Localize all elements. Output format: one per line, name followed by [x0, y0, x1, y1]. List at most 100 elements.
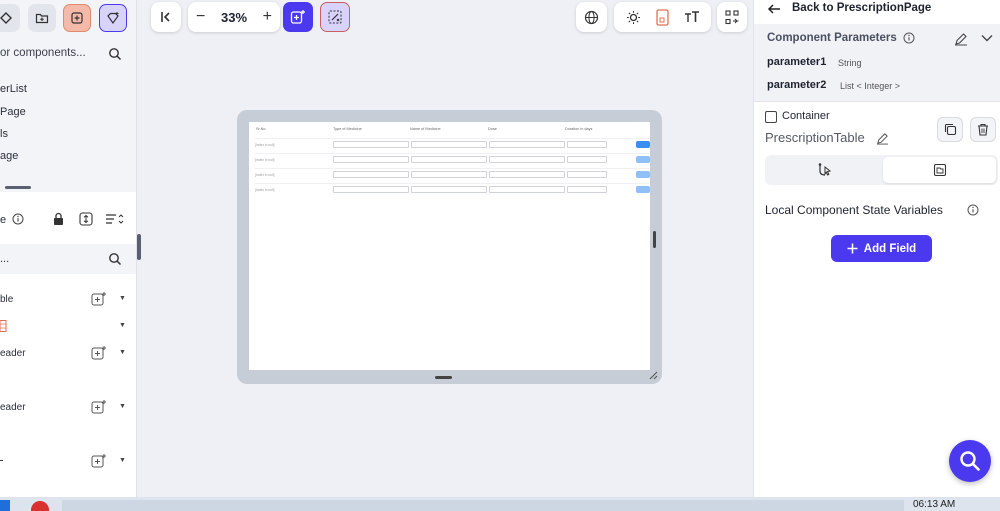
- dose-dropdown[interactable]: [489, 171, 565, 178]
- row-action-button[interactable]: [636, 186, 650, 193]
- add-child-icon[interactable]: [91, 291, 107, 307]
- medicine-type-dropdown[interactable]: [333, 141, 409, 148]
- table-row[interactable]: [Index in null]: [255, 153, 650, 166]
- theme-toggle-icon[interactable]: [626, 10, 641, 25]
- list-item[interactable]: age: [0, 150, 18, 162]
- add-child-icon[interactable]: [91, 345, 107, 361]
- resize-handle[interactable]: [5, 186, 31, 189]
- device-screen[interactable]: Sr.No Type of Medicine Name of Medicine …: [249, 122, 650, 370]
- collapse-panel-button[interactable]: [151, 2, 181, 32]
- table-row[interactable]: [Index in null]: [255, 183, 650, 196]
- list-item[interactable]: erList: [0, 83, 27, 95]
- device-bottom-handle[interactable]: [435, 376, 452, 379]
- zoom-in-button[interactable]: +: [263, 8, 272, 26]
- chevron-down-icon[interactable]: ▼: [119, 349, 126, 356]
- lock-icon[interactable]: [52, 212, 65, 226]
- left-panel-resize-handle[interactable]: [137, 234, 141, 260]
- left-panel: or components... erList Page ls age e ..…: [0, 0, 137, 497]
- table-header-cell: Type of Medicine: [333, 127, 362, 131]
- add-field-button[interactable]: Add Field: [831, 235, 932, 262]
- chevron-down-icon[interactable]: [981, 34, 993, 42]
- add-field-label: Add Field: [863, 242, 917, 255]
- info-icon: [903, 32, 915, 44]
- zoom-out-button[interactable]: −: [196, 8, 205, 26]
- search-icon[interactable]: [108, 252, 122, 266]
- global-search-button[interactable]: [949, 440, 991, 482]
- dose-dropdown[interactable]: [489, 156, 565, 163]
- chevron-down-icon[interactable]: ▼: [119, 457, 126, 464]
- chevron-down-icon[interactable]: ▼: [119, 322, 126, 329]
- table-header-cell: Dose: [488, 127, 497, 131]
- table-row[interactable]: [Index in null]: [255, 138, 650, 151]
- medicine-name-dropdown[interactable]: [411, 186, 487, 193]
- resize-corner-icon[interactable]: [648, 370, 658, 380]
- row-action-button[interactable]: [636, 171, 650, 178]
- add-component-icon[interactable]: [63, 4, 91, 32]
- tree-search-bar[interactable]: ...: [0, 244, 136, 274]
- delete-button[interactable]: [970, 117, 996, 142]
- param-type: List < Integer >: [840, 81, 901, 91]
- dose-dropdown[interactable]: [489, 186, 565, 193]
- back-arrow-icon[interactable]: [767, 2, 781, 16]
- sort-icon[interactable]: [105, 213, 125, 225]
- magic-wand-icon: [328, 10, 342, 24]
- row-action-button[interactable]: [636, 156, 650, 163]
- tab-state[interactable]: [883, 157, 996, 183]
- state-folder-icon: [933, 163, 946, 177]
- app-taskbar-icon[interactable]: [31, 501, 49, 511]
- duration-dropdown[interactable]: [567, 171, 607, 178]
- ai-gen-icon[interactable]: [99, 4, 127, 32]
- back-link[interactable]: Back to PrescriptionPage: [792, 2, 931, 14]
- magic-layout-button[interactable]: [320, 2, 350, 32]
- list-item[interactable]: ls: [0, 128, 8, 140]
- edit-icon[interactable]: [876, 132, 889, 145]
- widget-tree-panel: or components... erList Page ls age: [0, 0, 136, 192]
- row-index-text: [Index in null]: [255, 158, 275, 162]
- tab-actions[interactable]: [767, 157, 880, 183]
- add-folder-icon[interactable]: [28, 4, 56, 32]
- taskbar-apps-area: [62, 500, 904, 511]
- start-icon[interactable]: [0, 500, 10, 511]
- edit-icon[interactable]: [954, 32, 968, 46]
- canvas-area[interactable]: − 33% + Sr.No Type of Medicine Name of M…: [137, 0, 753, 497]
- add-widget-icon: [290, 10, 305, 24]
- search-icon[interactable]: [108, 47, 122, 61]
- device-side-handle[interactable]: [653, 231, 656, 248]
- medicine-name-dropdown[interactable]: [411, 156, 487, 163]
- duration-dropdown[interactable]: [567, 156, 607, 163]
- duration-dropdown[interactable]: [567, 186, 607, 193]
- component-search-input[interactable]: or components...: [0, 47, 86, 59]
- duplicate-button[interactable]: [937, 117, 963, 142]
- language-button[interactable]: [576, 2, 607, 32]
- tree-row-label[interactable]: eader: [0, 402, 26, 413]
- state-section-title: Local Component State Variables: [765, 203, 943, 217]
- device-icon[interactable]: [655, 8, 669, 26]
- row-action-button[interactable]: [636, 141, 650, 148]
- chevron-down-icon[interactable]: ▼: [119, 295, 126, 302]
- medicine-type-dropdown[interactable]: [333, 186, 409, 193]
- medicine-type-dropdown[interactable]: [333, 156, 409, 163]
- row-index-text: [Index in null]: [255, 143, 275, 147]
- list-item[interactable]: Page: [0, 106, 26, 118]
- section-title: Component Parameters: [767, 32, 897, 44]
- expand-vertical-icon[interactable]: [79, 212, 93, 226]
- chevron-down-icon[interactable]: ▼: [119, 403, 126, 410]
- palette-icon[interactable]: [0, 4, 20, 32]
- add-widget-button[interactable]: [283, 2, 313, 32]
- table-row[interactable]: [Index in null]: [255, 168, 650, 181]
- text-scale-icon[interactable]: [684, 10, 700, 24]
- medicine-type-dropdown[interactable]: [333, 171, 409, 178]
- tree-view-button[interactable]: [717, 2, 747, 32]
- container-checkbox[interactable]: [765, 111, 777, 123]
- add-child-icon[interactable]: [91, 399, 107, 415]
- medicine-name-dropdown[interactable]: [411, 141, 487, 148]
- medicine-name-dropdown[interactable]: [411, 171, 487, 178]
- tree-row-label[interactable]: eader: [0, 348, 26, 359]
- add-child-icon[interactable]: [91, 453, 107, 469]
- param-name: parameter2: [767, 79, 827, 91]
- tree-row-label[interactable]: ble: [0, 294, 13, 305]
- tree-search-input[interactable]: ...: [0, 253, 9, 265]
- dose-dropdown[interactable]: [489, 141, 565, 148]
- table-header-cell: Duration in days: [565, 127, 593, 131]
- duration-dropdown[interactable]: [567, 141, 607, 148]
